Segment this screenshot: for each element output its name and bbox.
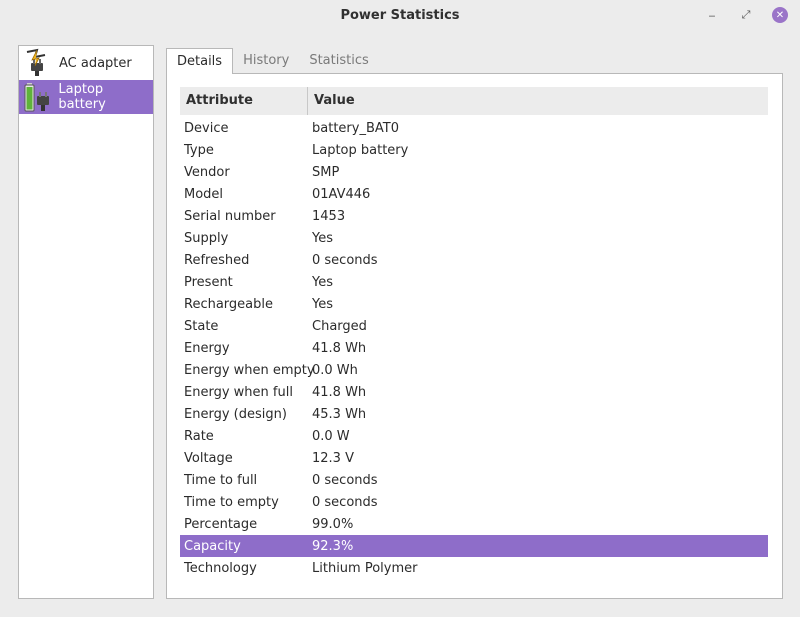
attribute-cell: Type	[184, 142, 214, 158]
ac-adapter-icon	[21, 47, 55, 79]
value-cell: battery_BAT0	[312, 120, 399, 136]
table-row[interactable]: Device battery_BAT0	[180, 117, 768, 139]
attribute-cell: Percentage	[184, 516, 258, 532]
table-row[interactable]: Technology Lithium Polymer	[180, 557, 768, 579]
attribute-cell: Refreshed	[184, 252, 250, 268]
device-list: AC adapter Laptop battery	[18, 45, 154, 599]
attribute-cell: Time to full	[184, 472, 258, 488]
attribute-cell: Energy	[184, 340, 230, 356]
attribute-cell: Voltage	[184, 450, 233, 466]
table-row[interactable]: Time to empty 0 seconds	[180, 491, 768, 513]
attribute-cell: Vendor	[184, 164, 230, 180]
value-cell: 41.8 Wh	[312, 384, 367, 400]
value-cell: 01AV446	[312, 186, 371, 202]
attribute-cell: Time to empty	[184, 494, 279, 510]
table-row[interactable]: Refreshed 0 seconds	[180, 249, 768, 271]
device-item-ac-adapter[interactable]: AC adapter	[19, 46, 153, 80]
device-label: Laptop battery	[58, 82, 106, 112]
table-row[interactable]: Rechargeable Yes	[180, 293, 768, 315]
tab-bar: Details History Statistics	[166, 48, 379, 74]
details-panel: Attribute Value Device battery_BAT0 Type La…	[166, 73, 783, 599]
window-title: Power Statistics	[340, 7, 460, 23]
table-row[interactable]: Percentage 99.0%	[180, 513, 768, 535]
minimize-button[interactable]: ‒	[704, 7, 720, 23]
device-item-laptop-battery[interactable]: Laptop battery	[19, 80, 153, 114]
table-row[interactable]: Time to full 0 seconds	[180, 469, 768, 491]
value-cell: 1453	[312, 208, 346, 224]
attribute-cell: Energy when empty	[184, 362, 315, 378]
attribute-cell: Model	[184, 186, 224, 202]
table-row[interactable]: Type Laptop battery	[180, 139, 768, 161]
value-cell: 0 seconds	[312, 472, 378, 488]
value-cell: Laptop battery	[312, 142, 409, 158]
attribute-cell: Energy (design)	[184, 406, 287, 422]
value-cell: 0.0 Wh	[312, 362, 358, 378]
table-row[interactable]: Model 01AV446	[180, 183, 768, 205]
tab-history[interactable]: History	[233, 48, 299, 74]
value-cell: Yes	[312, 230, 333, 246]
table-row[interactable]: Vendor SMP	[180, 161, 768, 183]
device-label: AC adapter	[59, 55, 132, 71]
title-bar: Power Statistics ‒ ⤢ ✕	[0, 0, 800, 30]
column-header-value[interactable]: Value	[308, 87, 355, 115]
table-body: Device battery_BAT0 Type Laptop battery Vend…	[180, 115, 768, 579]
attribute-cell: Technology	[184, 560, 257, 576]
table-header: Attribute Value	[180, 87, 768, 115]
value-cell: Yes	[312, 296, 333, 312]
table-row[interactable]: Rate 0.0 W	[180, 425, 768, 447]
restore-button[interactable]: ⤢	[738, 7, 754, 23]
close-button[interactable]: ✕	[772, 7, 788, 23]
table-row[interactable]: Energy when full 41.8 Wh	[180, 381, 768, 403]
attribute-cell: State	[184, 318, 219, 334]
value-cell: 0 seconds	[312, 494, 378, 510]
value-cell: 92.3%	[312, 538, 354, 554]
tab-details[interactable]: Details	[166, 48, 234, 74]
value-cell: Charged	[312, 318, 367, 334]
attribute-cell: Serial number	[184, 208, 276, 224]
table-row[interactable]: Energy when empty 0.0 Wh	[180, 359, 768, 381]
attribute-cell: Device	[184, 120, 229, 136]
value-cell: Lithium Polymer	[312, 560, 418, 576]
attribute-cell: Rechargeable	[184, 296, 273, 312]
value-cell: 0 seconds	[312, 252, 378, 268]
value-cell: 45.3 Wh	[312, 406, 367, 422]
attribute-cell: Capacity	[184, 538, 241, 554]
value-cell: SMP	[312, 164, 340, 180]
table-row[interactable]: State Charged	[180, 315, 768, 337]
column-header-attribute[interactable]: Attribute	[180, 87, 308, 115]
table-row[interactable]: Energy 41.8 Wh	[180, 337, 768, 359]
value-cell: 99.0%	[312, 516, 354, 532]
value-cell: Yes	[312, 274, 333, 290]
attribute-cell: Present	[184, 274, 233, 290]
table-row[interactable]: Capacity 92.3%	[180, 535, 768, 557]
table-row[interactable]: Present Yes	[180, 271, 768, 293]
table-row[interactable]: Energy (design) 45.3 Wh	[180, 403, 768, 425]
table-row[interactable]: Supply Yes	[180, 227, 768, 249]
value-cell: 41.8 Wh	[312, 340, 367, 356]
attribute-cell: Rate	[184, 428, 214, 444]
attribute-cell: Energy when full	[184, 384, 293, 400]
battery-icon	[21, 81, 54, 113]
table-row[interactable]: Voltage 12.3 V	[180, 447, 768, 469]
table-row[interactable]: Serial number 1453	[180, 205, 768, 227]
details-table: Attribute Value Device battery_BAT0 Type La…	[180, 87, 768, 579]
value-cell: 12.3 V	[312, 450, 354, 466]
window-controls: ‒ ⤢ ✕	[704, 7, 788, 23]
tab-statistics[interactable]: Statistics	[299, 48, 378, 74]
value-cell: 0.0 W	[312, 428, 350, 444]
attribute-cell: Supply	[184, 230, 229, 246]
